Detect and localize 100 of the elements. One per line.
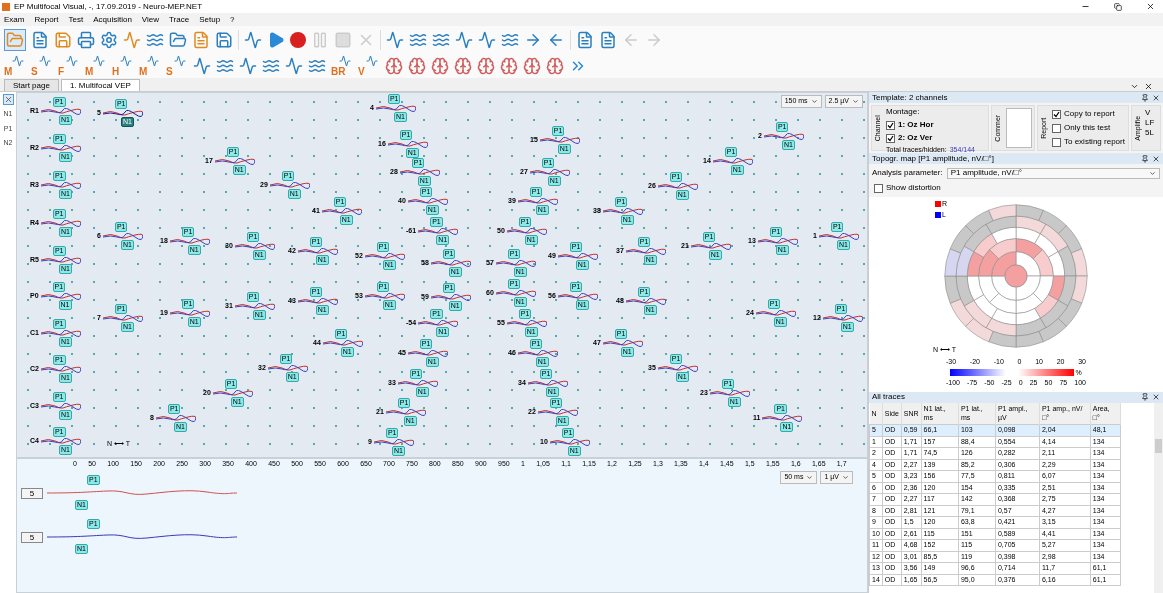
trace-wave-drawing (40, 256, 81, 264)
trace-wave-drawing (397, 379, 438, 387)
trace-wave-drawing (40, 437, 81, 445)
checkbox[interactable] (886, 120, 895, 130)
toolbar-icon[interactable] (123, 31, 141, 49)
menu-item[interactable]: ? (230, 13, 235, 26)
trace-wave-drawing (40, 181, 81, 189)
trace-wave-drawing (712, 157, 753, 165)
waveform-icon[interactable] (239, 57, 257, 75)
trace-wave-drawing (539, 136, 580, 144)
menu-item[interactable]: Setup (199, 13, 221, 26)
waveform-icon (366, 55, 378, 67)
toolbar-icon[interactable] (77, 31, 95, 49)
trace-wave-drawing (234, 302, 275, 310)
waveform-icon (12, 55, 24, 67)
dropdown-icon[interactable] (1130, 82, 1139, 91)
distortion-label: Show distortion (886, 182, 941, 194)
trace-wave-drawing (625, 247, 666, 255)
waveform-icon[interactable] (386, 31, 404, 49)
waveform-icon (147, 55, 159, 67)
parameter-dropdown[interactable]: P1 amplitude, nV/□° (946, 167, 1160, 179)
close-button[interactable] (2, 94, 14, 105)
pin-icon[interactable] (1141, 93, 1149, 102)
menu-item[interactable]: Test (68, 13, 84, 26)
brain-icon[interactable] (408, 57, 426, 75)
menu-item[interactable]: View (141, 13, 160, 26)
channel-label: 2: Oz Ver (898, 132, 933, 144)
waveform-icon[interactable] (262, 57, 280, 75)
checkbox[interactable] (886, 133, 895, 143)
trace-wave-drawing (495, 259, 536, 267)
channel-button[interactable]: 5 (21, 531, 43, 543)
brain-icon[interactable] (385, 57, 403, 75)
comment-field[interactable] (1006, 108, 1032, 148)
checkbox[interactable] (1052, 109, 1061, 119)
menu-item[interactable]: Exam (4, 13, 25, 26)
trace-wave-drawing (418, 227, 459, 235)
brain-icon[interactable] (523, 57, 541, 75)
restore-icon[interactable] (1114, 2, 1122, 11)
waveform-icon[interactable] (478, 31, 496, 49)
tree-icon[interactable] (4, 29, 26, 51)
menu-item[interactable]: Trace (169, 13, 190, 26)
trace-wave-drawing (690, 242, 731, 250)
waveform-icon[interactable] (193, 57, 211, 75)
checkbox[interactable] (1052, 123, 1061, 133)
toolbar-icon[interactable] (244, 31, 262, 49)
brain-icon[interactable] (454, 57, 472, 75)
checkbox[interactable] (874, 183, 883, 193)
toolbar-icon[interactable] (169, 31, 187, 49)
document-tab[interactable]: Start page (4, 79, 59, 91)
trace-wave-drawing (549, 438, 590, 446)
brain-icon[interactable] (500, 57, 518, 75)
waveform-icon[interactable] (409, 31, 427, 49)
trace-wave-drawing (40, 329, 81, 337)
trace-wave-drawing (822, 314, 863, 322)
brain-icon[interactable] (546, 57, 564, 75)
toolbar-icon[interactable] (100, 31, 118, 49)
arrow-right-icon[interactable] (524, 31, 542, 49)
trace-wave-drawing (40, 292, 81, 300)
trace-wave-drawing (430, 259, 471, 267)
close-icon[interactable] (1152, 93, 1160, 102)
channel-button[interactable]: 5 (21, 487, 43, 499)
waveform-icon[interactable] (216, 57, 234, 75)
waveform-icon (174, 55, 186, 67)
toolbar-icon[interactable] (146, 31, 164, 49)
trace-wave-drawing (267, 364, 308, 372)
checkbox[interactable] (1052, 137, 1061, 147)
amplifier-text: LF (1145, 118, 1155, 128)
panel-title: Topogr. map [P1 amplitude, nV/□°] (872, 152, 995, 165)
close-icon[interactable] (1152, 393, 1160, 401)
trace-wave-drawing (212, 389, 253, 397)
waveform-icon (120, 55, 132, 67)
report-icon[interactable] (599, 31, 617, 49)
close-icon[interactable] (1144, 82, 1153, 91)
brain-icon[interactable] (431, 57, 449, 75)
trace-wave-drawing (102, 314, 143, 322)
waveform-icon[interactable] (432, 31, 450, 49)
trace-wave-drawing (102, 109, 143, 117)
document-tab[interactable]: 1. Multifocal VEP (60, 79, 140, 91)
close-icon[interactable] (1146, 2, 1155, 11)
waveform-icon[interactable] (285, 57, 303, 75)
record-icon[interactable] (290, 32, 306, 48)
report-icon[interactable] (576, 31, 594, 49)
scrollbar[interactable] (1154, 402, 1163, 593)
pin-icon[interactable] (1141, 393, 1149, 401)
window-title: EP Multifocal Visual, -, 17.09.2019 - Neuro-MEP.NET (14, 0, 204, 13)
brain-icon[interactable] (477, 57, 495, 75)
waveform-icon[interactable] (455, 31, 473, 49)
play-icon[interactable] (267, 31, 285, 49)
close-icon[interactable] (1152, 154, 1160, 163)
pin-icon[interactable] (1141, 154, 1149, 163)
waveform-icon[interactable] (501, 31, 519, 49)
toolbar-icon[interactable] (31, 31, 49, 49)
toolbar-icon[interactable] (54, 31, 72, 49)
parameter-label: Analysis parameter: (872, 167, 943, 179)
toolbar-icon[interactable] (192, 31, 210, 49)
menu-item[interactable]: Report (34, 13, 59, 26)
panel-title: Template: 2 channels (872, 91, 949, 104)
menu-item[interactable]: Acquisition (93, 13, 132, 26)
toolbar-icon[interactable] (215, 31, 233, 49)
waveform-icon[interactable] (308, 57, 326, 75)
